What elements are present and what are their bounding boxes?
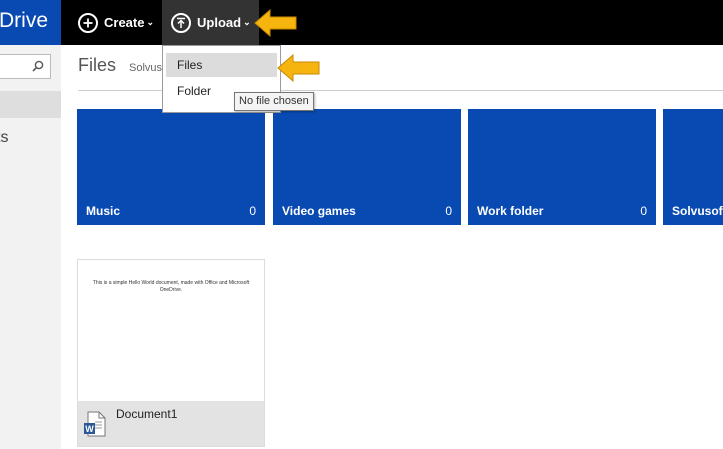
create-label: Create [104,15,145,30]
create-button[interactable]: Create ⌄ [78,0,154,45]
upload-button[interactable]: Upload ⌄ [162,0,259,45]
folder-count: 0 [640,204,647,218]
plus-icon [78,12,98,33]
search-input[interactable] [0,54,51,79]
folder-tile-work-folder[interactable]: Work folder 0 [468,109,656,225]
annotation-arrow-icon [254,8,297,38]
document-name: Document1 [116,407,178,421]
left-navigation: ts [0,45,61,449]
menu-item-files[interactable]: Files [166,53,277,77]
folder-tile-video-games[interactable]: Video games 0 [273,109,461,225]
tooltip: No file chosen [234,92,314,111]
folder-count: 0 [249,204,256,218]
folder-tile-music[interactable]: Music 0 [77,109,265,225]
folder-count: 0 [445,204,452,218]
folder-tile-solvusoft[interactable]: Solvusoft [663,109,723,225]
document-tile[interactable]: This is a simple Hello World document, m… [77,259,265,447]
top-bar: Drive Create ⌄ Upload ⌄ [0,0,723,45]
folder-name: Work folder [477,204,544,218]
page-title: Files [78,55,117,75]
document-preview: This is a simple Hello World document, m… [92,280,250,293]
folder-name: Solvusoft [672,204,723,218]
nav-item-label[interactable]: ts [0,129,8,147]
folder-name: Video games [282,204,356,218]
chevron-down-icon: ⌄ [146,17,155,27]
svg-text:W: W [85,424,94,434]
nav-item-selected[interactable] [0,91,61,118]
word-icon: W [84,411,106,437]
app-name: Drive [0,9,49,32]
document-footer: W Document1 [78,401,264,446]
folder-name: Music [86,204,121,218]
chevron-down-icon: ⌄ [243,17,251,27]
upload-label: Upload [197,15,242,30]
upload-icon [171,12,191,33]
annotation-arrow-icon [277,53,320,83]
app-brand[interactable]: Drive [0,0,61,45]
search-icon[interactable] [32,60,44,72]
